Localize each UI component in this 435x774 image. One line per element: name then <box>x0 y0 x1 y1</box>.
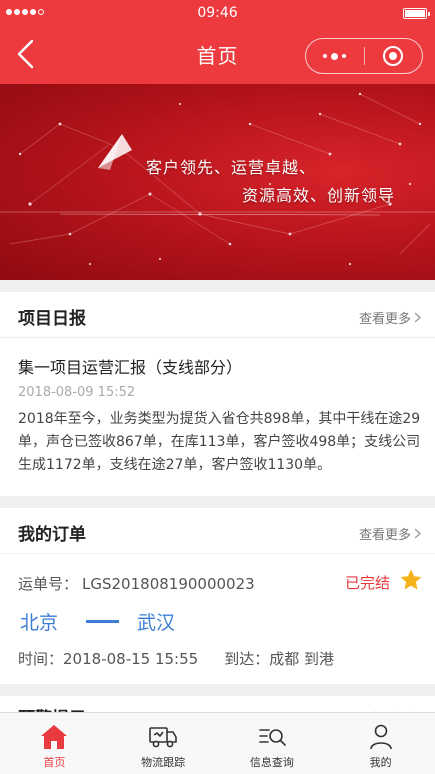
arrive-value: 成都 到港 <box>269 650 334 668</box>
tab-label: 物流跟踪 <box>141 756 186 769</box>
bottom-tab-bar: 首页 物流跟踪 信息查询 我的 <box>0 712 435 774</box>
waybill-label: 运单号： <box>18 575 79 593</box>
promo-banner[interactable]: 客户领先、运营卓越、 资源高效、创新领导 <box>0 84 435 280</box>
tab-label: 我的 <box>369 756 392 769</box>
chevron-right-icon <box>414 312 421 323</box>
view-more-link[interactable]: 查看更多 <box>359 524 421 543</box>
chevron-right-icon <box>414 528 421 539</box>
report-item-body: 2018年至今，业务类型为提货入省仓共898单，其中干线在途29单，声仓已签收8… <box>18 411 421 473</box>
view-more-label: 查看更多 <box>358 312 411 327</box>
arrive-label: 到达： <box>224 650 270 668</box>
banner-slogan-line1: 客户领先、运营卓越、 <box>146 158 317 177</box>
tab-label: 首页 <box>43 756 66 769</box>
close-target-icon[interactable] <box>365 39 423 73</box>
route-destination: 武汉 <box>137 612 176 634</box>
tab-mine[interactable]: 我的 <box>326 713 435 774</box>
star-icon[interactable] <box>399 568 423 592</box>
banner-slogan-line2: 资源高效、创新领导 <box>242 186 396 205</box>
home-icon <box>41 725 68 749</box>
time-label: 时间： <box>18 650 64 668</box>
tab-logistics-tracking[interactable]: 物流跟踪 <box>109 713 218 774</box>
view-more-link[interactable]: 查看更多 <box>359 308 421 327</box>
time-value: 2018-08-15 15:55 <box>63 650 199 668</box>
section-header: 项目日报 查看更多 <box>0 292 435 338</box>
section-title: 项目日报 <box>18 309 86 329</box>
waybill-value: LGS201808190000023 <box>82 575 255 593</box>
order-route: 北京 武汉 <box>20 608 175 635</box>
status-time: 09:46 <box>197 5 238 21</box>
tab-home[interactable]: 首页 <box>0 713 109 774</box>
section-header: 我的订单 查看更多 <box>0 508 435 554</box>
navigation-bar: 首页 <box>0 26 435 84</box>
search-list-icon <box>259 729 286 746</box>
view-more-label: 查看更多 <box>358 528 411 543</box>
route-origin: 北京 <box>20 612 59 634</box>
battery-icon <box>403 8 430 19</box>
truck-icon <box>149 727 177 748</box>
mini-program-capsule <box>305 38 423 74</box>
project-report-card: 项目日报 查看更多 集一项目运营汇报（支线部分） 2018-08-09 15:5… <box>0 292 435 496</box>
route-line <box>86 620 120 623</box>
user-icon <box>369 724 392 750</box>
status-bar: 09:46 <box>0 0 435 26</box>
my-orders-card: 我的订单 查看更多 运单号： LGS201808190000023 已完结 北京 … <box>0 508 435 684</box>
tab-info-query[interactable]: 信息查询 <box>218 713 327 774</box>
waybill-number[interactable]: 运单号： LGS201808190000023 <box>18 573 255 594</box>
tab-label: 信息查询 <box>249 756 294 769</box>
more-menu-icon[interactable] <box>306 39 364 73</box>
section-title: 我的订单 <box>18 525 86 545</box>
order-status-badge: 已完结 <box>344 574 390 592</box>
report-item-date: 2018-08-09 15:52 <box>18 385 136 400</box>
report-item-title[interactable]: 集一项目运营汇报（支线部分） <box>18 354 242 378</box>
top-bar: 09:46 首页 <box>0 0 435 84</box>
order-meta: 时间：2018-08-15 15:55 到达：成都 到港 <box>18 648 334 669</box>
